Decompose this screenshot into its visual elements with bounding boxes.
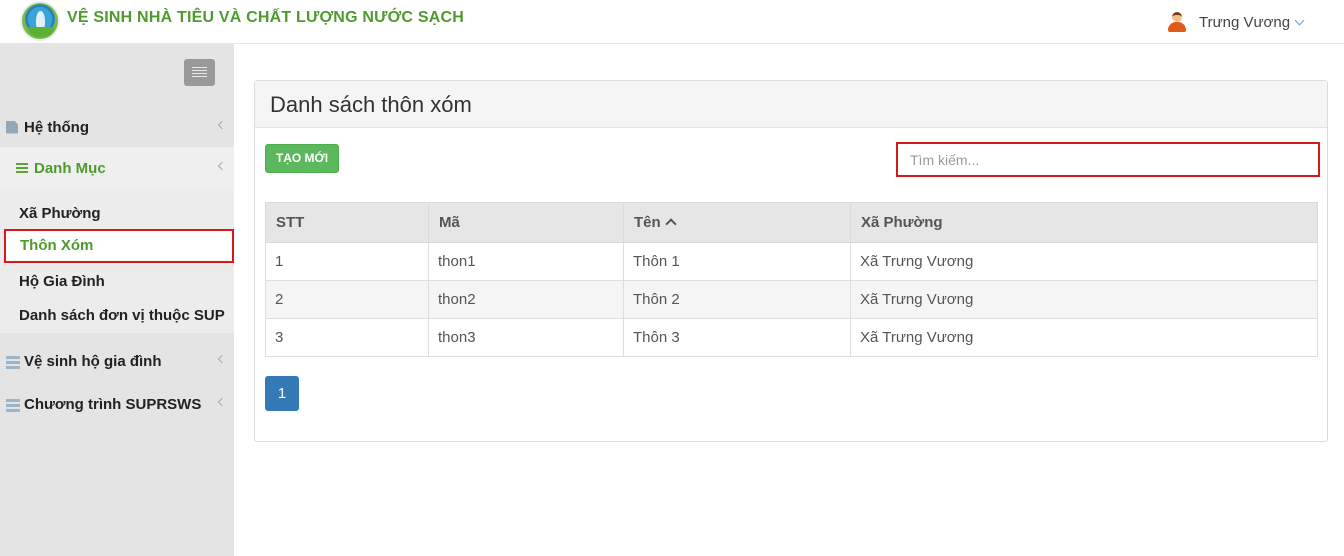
app-title: VỆ SINH NHÀ TIÊU VÀ CHẤT LƯỢNG NƯỚC SẠCH [67, 9, 464, 26]
sidebar-item-ve-sinh-ho-gia-dinh[interactable]: Vệ sinh hộ gia đình [0, 340, 234, 382]
search-input[interactable] [898, 144, 1318, 175]
cell-ten: Thôn 1 [623, 242, 851, 281]
table-row[interactable]: 1 thon1 Thôn 1 Xã Trưng Vương [265, 242, 1318, 281]
sidebar-item-label: Chương trình SUPRSWS [24, 395, 202, 413]
table-row[interactable]: 2 thon2 Thôn 2 Xã Trưng Vương [265, 280, 1318, 319]
cell-ma: thon3 [428, 318, 624, 357]
cell-stt: 1 [265, 242, 429, 281]
panel-header: Danh sách thôn xóm [255, 81, 1327, 128]
sidebar-item-label: Danh Mục [34, 159, 106, 177]
cell-ten: Thôn 3 [623, 318, 851, 357]
chevron-left-icon [217, 161, 227, 171]
cell-ma: thon1 [428, 242, 624, 281]
column-header-xa-phuong[interactable]: Xã Phường [850, 202, 1318, 243]
sidebar-subitem-xa-phuong[interactable]: Xã Phường [0, 197, 234, 231]
content-panel: Danh sách thôn xóm TẠO MỚI STT Mã Tên Xã… [254, 80, 1328, 442]
cell-stt: 2 [265, 280, 429, 319]
column-header-ma[interactable]: Mã [428, 202, 624, 243]
server-icon [6, 355, 20, 369]
user-avatar-icon [1166, 11, 1188, 33]
sidebar: Hệ thống Danh Mục Xã Phường Thôn Xóm Hộ … [0, 44, 234, 556]
server-icon [6, 398, 20, 412]
page-title: Danh sách thôn xóm [270, 92, 472, 117]
sort-ascending-icon [665, 218, 677, 230]
sidebar-item-he-thong[interactable]: Hệ thống [0, 106, 234, 148]
search-box [896, 142, 1320, 177]
table-header-row: STT Mã Tên Xã Phường [265, 202, 1318, 243]
chevron-left-icon [217, 397, 227, 407]
sidebar-item-chuong-trinh-suprsws[interactable]: Chương trình SUPRSWS [0, 383, 234, 425]
chevron-left-icon [217, 120, 227, 130]
chevron-down-icon [1294, 15, 1305, 25]
sidebar-item-danh-muc[interactable]: Danh Mục [0, 147, 234, 189]
chevron-left-icon [217, 354, 227, 364]
sidebar-subitem-don-vi-sup[interactable]: Danh sách đơn vị thuộc SUP [0, 299, 234, 333]
cell-xa-phuong: Xã Trưng Vương [850, 318, 1318, 357]
sidebar-item-label: Vệ sinh hộ gia đình [24, 352, 162, 370]
cell-ma: thon2 [428, 280, 624, 319]
sidebar-subitem-thon-xom[interactable]: Thôn Xóm [4, 229, 234, 263]
column-header-label: Tên [634, 214, 661, 231]
table-row[interactable]: 3 thon3 Thôn 3 Xã Trưng Vương [265, 318, 1318, 357]
user-name: Trưng Vương [1199, 13, 1291, 31]
menu-toggle-button[interactable] [184, 59, 215, 86]
column-header-ten[interactable]: Tên [623, 202, 851, 243]
create-new-button[interactable]: TẠO MỚI [265, 144, 339, 173]
top-header: VỆ SINH NHÀ TIÊU VÀ CHẤT LƯỢNG NƯỚC SẠCH… [0, 0, 1344, 44]
sidebar-subitem-ho-gia-dinh[interactable]: Hộ Gia Đình [0, 265, 234, 299]
list-icon [16, 162, 28, 175]
sidebar-item-label: Hệ thống [24, 118, 89, 136]
submenu-danh-muc: Xã Phường Thôn Xóm Hộ Gia Đình Danh sách… [0, 189, 234, 333]
user-menu[interactable]: Trưng Vương [1166, 10, 1305, 34]
cell-ten: Thôn 2 [623, 280, 851, 319]
document-icon [6, 120, 18, 134]
cell-xa-phuong: Xã Trưng Vương [850, 280, 1318, 319]
cell-xa-phuong: Xã Trưng Vương [850, 242, 1318, 281]
pagination-page-1[interactable]: 1 [265, 376, 299, 411]
column-header-stt[interactable]: STT [265, 202, 429, 243]
logo[interactable] [20, 1, 60, 41]
villages-table: STT Mã Tên Xã Phường 1 thon1 Thôn 1 Xã T… [265, 202, 1318, 357]
cell-stt: 3 [265, 318, 429, 357]
